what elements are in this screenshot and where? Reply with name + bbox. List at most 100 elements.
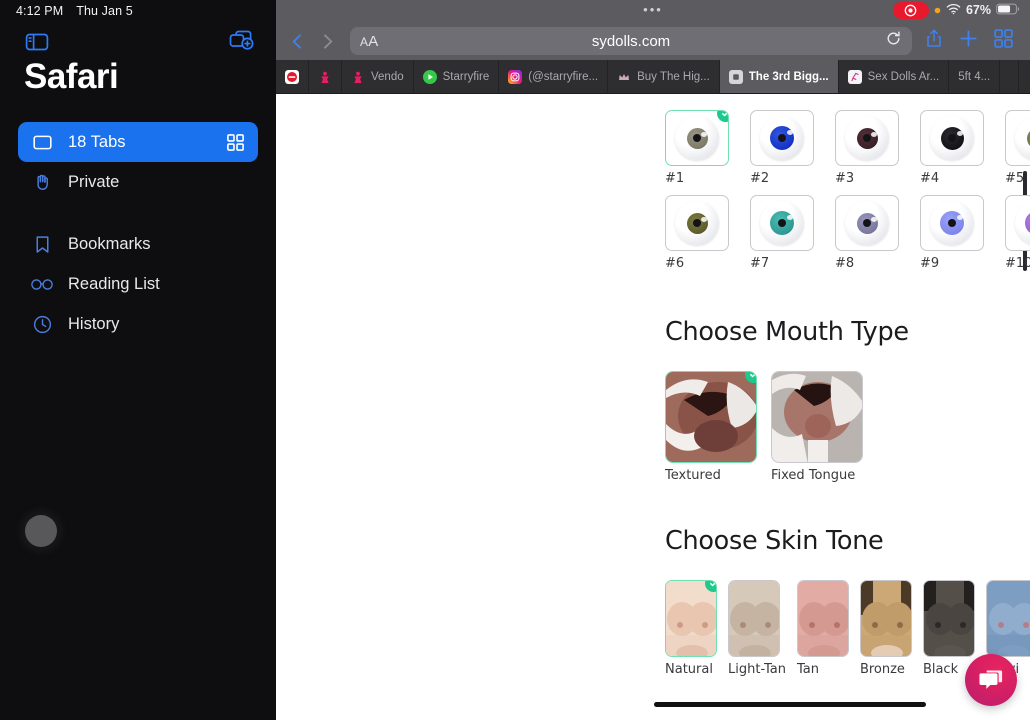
new-tab-icon[interactable] [228, 29, 254, 55]
tabs-icon [30, 130, 54, 154]
tab-item[interactable] [309, 60, 342, 93]
skin-swatch[interactable] [728, 580, 780, 657]
eye-option[interactable]: #3 [835, 110, 899, 186]
sidebar-item-history[interactable]: History [18, 304, 258, 344]
eye-option-label: #7 [750, 256, 770, 271]
safari-sidebar: 4:12 PM Thu Jan 5 Safari 18 Tabs Private… [0, 0, 276, 720]
mouth-swatch[interactable] [771, 371, 863, 463]
eye-option[interactable]: #10 [1005, 195, 1030, 271]
skin-swatch[interactable] [985, 580, 1030, 657]
eye-swatch[interactable] [1005, 195, 1030, 251]
tab-title: 5ft 4... [958, 70, 991, 83]
forward-button[interactable] [312, 24, 342, 58]
eye-swatch[interactable] [665, 195, 729, 251]
battery-icon [996, 3, 1020, 18]
skin-photo [860, 581, 911, 656]
battery-percent: 67% [965, 3, 991, 17]
tab-overview-icon[interactable] [993, 28, 1014, 54]
hand-raised-icon [30, 170, 54, 194]
sidebar-item-private[interactable]: Private [18, 162, 258, 202]
tab-item[interactable]: Starryfire [414, 60, 500, 93]
eye-swatch[interactable] [750, 110, 814, 166]
eye-option[interactable]: #5 [1005, 110, 1030, 186]
sidebar-item-bookmarks-label: Bookmarks [68, 234, 151, 253]
eye-swatch[interactable] [835, 195, 899, 251]
tab-strip[interactable]: Vendo Starryfire (@starryfire... Buy The… [276, 60, 1030, 94]
grid-view-icon[interactable] [224, 131, 246, 153]
eye-option[interactable]: #2 [750, 110, 814, 186]
eye-option[interactable]: #9 [920, 195, 984, 271]
mouth-swatch[interactable] [665, 371, 757, 463]
eye-swatch[interactable] [920, 195, 984, 251]
skin-photo [729, 581, 779, 656]
page-settings-button[interactable]: AA [360, 33, 378, 50]
green-play-favicon [422, 69, 437, 84]
eye-option-label: #4 [920, 171, 940, 186]
eye-option-label: #6 [665, 256, 685, 271]
tab-item[interactable]: Vendo [342, 60, 414, 93]
tab-item-active[interactable]: The 3rd Bigg... [719, 60, 839, 93]
eye-swatch[interactable] [1005, 110, 1030, 166]
eye-option-label: #3 [835, 171, 855, 186]
status-bar-left: 4:12 PM Thu Jan 5 [16, 4, 133, 18]
chat-bubble-icon[interactable] [965, 654, 1017, 706]
eye-option[interactable]: #4 [920, 110, 984, 186]
skin-option[interactable]: Bronze [859, 580, 912, 677]
skin-option[interactable]: Tan [796, 580, 849, 677]
skin-option[interactable]: Black [922, 580, 975, 677]
skin-option[interactable]: Light-Tan [728, 580, 786, 677]
skin-option-label: Natural [665, 662, 713, 677]
pink-figure-favicon [351, 69, 365, 84]
status-bar-right: 67% [892, 0, 1020, 20]
sidebar-item-reading-list[interactable]: Reading List [18, 264, 258, 304]
clock-icon [30, 312, 54, 336]
eye-swatch[interactable] [920, 110, 984, 166]
eye-option-label: #5 [1005, 171, 1025, 186]
eye-options-row-2: #6 #7 #8 #9 #10 [665, 195, 1030, 271]
skin-swatch[interactable] [859, 580, 912, 657]
reload-icon[interactable] [885, 30, 902, 52]
browser-toolbar: AA sydolls.com [276, 22, 1030, 60]
home-indicator[interactable] [654, 702, 926, 707]
back-button[interactable] [282, 24, 312, 58]
doll-customizer: #1 #2 #3 #4 #5 #6 #7 #8 #9 #10 Choose Mo… [665, 94, 1030, 720]
eye-swatch[interactable] [750, 195, 814, 251]
eye-option-label: #9 [920, 256, 940, 271]
eye-swatch[interactable] [665, 110, 729, 166]
pink-figure-favicon [318, 69, 332, 84]
sidebar-item-bookmarks[interactable]: Bookmarks [18, 224, 258, 264]
eyeball-image [751, 196, 813, 250]
new-tab-plus-icon[interactable] [958, 28, 979, 54]
skin-swatch[interactable] [665, 580, 717, 657]
eye-option[interactable]: #7 [750, 195, 814, 271]
browser-chrome: ••• 67% AA sydolls.com [276, 0, 1030, 60]
window-grabber-icon[interactable]: ••• [643, 3, 663, 16]
sidebar-toggle-icon[interactable] [24, 29, 50, 55]
crown-favicon [617, 69, 632, 84]
tab-item[interactable] [276, 60, 309, 93]
eyeball-image [751, 111, 813, 165]
mouth-option[interactable]: Fixed Tongue [771, 371, 863, 483]
skin-option[interactable]: Natural [665, 580, 717, 677]
share-icon[interactable] [924, 28, 944, 54]
sidebar-item-history-label: History [68, 314, 120, 333]
glasses-icon [30, 272, 54, 296]
mouth-option-label: Fixed Tongue [771, 468, 856, 483]
tab-item[interactable]: Buy The Hig... [608, 60, 720, 93]
eye-option[interactable]: #8 [835, 195, 899, 271]
tab-item[interactable]: 5ft 4... [949, 60, 1001, 93]
eye-swatch[interactable] [835, 110, 899, 166]
skin-swatch[interactable] [922, 580, 975, 657]
eye-option-label: #8 [835, 256, 855, 271]
tab-item[interactable]: Sex Dolls Ar... [839, 60, 950, 93]
sidebar-item-tabs[interactable]: 18 Tabs [18, 122, 258, 162]
sidebar-icon-row [0, 29, 276, 55]
eye-option[interactable]: #1 [665, 110, 729, 186]
mouth-option[interactable]: Textured [665, 371, 757, 483]
tab-item[interactable]: (@starryfire... [499, 60, 609, 93]
eye-option[interactable]: #6 [665, 195, 729, 271]
address-bar[interactable]: AA sydolls.com [350, 27, 912, 55]
skin-swatch[interactable] [796, 580, 849, 657]
tab-item-partial[interactable] [1000, 60, 1020, 93]
sidebar-nav-list: 18 Tabs Private Bookmarks Reading List H… [0, 122, 276, 344]
